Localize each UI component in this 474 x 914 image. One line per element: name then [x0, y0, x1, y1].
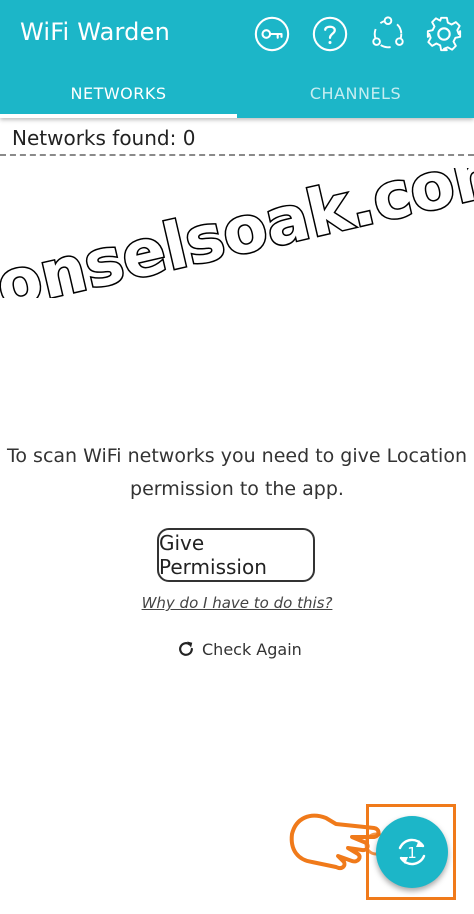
key-icon	[254, 16, 290, 52]
fab-badge: 1	[407, 844, 417, 862]
help-icon	[312, 16, 348, 52]
permission-message: To scan WiFi networks you need to give L…	[0, 440, 474, 506]
scan-fab-button[interactable]: 1	[376, 816, 448, 888]
share-button[interactable]	[366, 12, 410, 56]
refresh-one-icon: 1	[398, 838, 426, 866]
permission-message-line1: To scan WiFi networks you need to give L…	[7, 445, 467, 467]
tab-channels[interactable]: CHANNELS	[237, 68, 474, 118]
share-icon	[372, 16, 404, 49]
divider	[0, 154, 474, 156]
check-again-button[interactable]: Check Again	[176, 636, 302, 662]
key-button[interactable]	[250, 12, 294, 56]
help-button[interactable]	[308, 12, 352, 56]
give-permission-button[interactable]: Give Permission	[157, 528, 315, 582]
refresh-icon	[179, 641, 193, 656]
watermark: ponselsoak.com	[0, 130, 474, 335]
permission-message-line2: permission to the app.	[130, 478, 344, 500]
tab-networks[interactable]: NETWORKS	[0, 68, 237, 118]
settings-icon	[426, 16, 462, 52]
app-title: WiFi Warden	[20, 18, 170, 46]
settings-button[interactable]	[422, 12, 466, 56]
networks-found-label: Networks found: 0	[12, 126, 196, 150]
app-bar: WiFi Warden NETWORKS CHANNELS	[0, 0, 474, 118]
check-again-label: Check Again	[202, 639, 302, 659]
why-link[interactable]: Why do I have to do this?	[0, 594, 474, 612]
tab-bar: NETWORKS CHANNELS	[0, 68, 474, 118]
watermark-text: ponselsoak.com	[0, 168, 474, 298]
